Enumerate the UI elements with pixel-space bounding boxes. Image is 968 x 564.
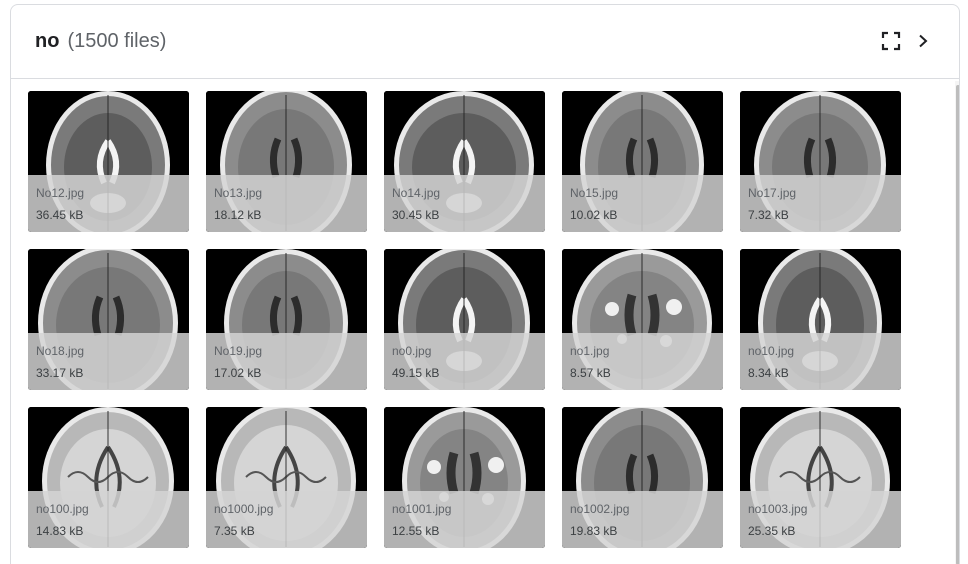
file-name: No19.jpg (214, 344, 263, 358)
file-tile[interactable]: No14.jpg 30.45 kB (384, 91, 545, 232)
scrollbar-thumb[interactable] (956, 85, 959, 564)
file-name: no1.jpg (570, 344, 610, 358)
file-info: No12.jpg 36.45 kB (28, 175, 189, 232)
file-info: No13.jpg 18.12 kB (206, 175, 367, 232)
file-info: no1002.jpg 19.83 kB (562, 491, 723, 548)
file-name: no1001.jpg (392, 502, 452, 516)
file-size: 10.02 kB (570, 208, 618, 222)
file-info: no1.jpg 8.57 kB (562, 333, 723, 390)
file-info: No14.jpg 30.45 kB (384, 175, 545, 232)
file-size: 8.57 kB (570, 366, 611, 380)
file-size: 36.45 kB (36, 208, 84, 222)
file-name: no1002.jpg (570, 502, 630, 516)
file-name: no100.jpg (36, 502, 89, 516)
file-size: 8.34 kB (748, 366, 789, 380)
file-info: No15.jpg 10.02 kB (562, 175, 723, 232)
file-tile[interactable]: no1001.jpg 12.55 kB (384, 407, 545, 548)
file-name: No15.jpg (570, 186, 619, 200)
scrollbar[interactable] (955, 81, 959, 564)
file-tile[interactable]: No18.jpg 33.17 kB (28, 249, 189, 390)
file-name: no0.jpg (392, 344, 432, 358)
file-name: No18.jpg (36, 344, 85, 358)
file-size: 14.83 kB (36, 524, 84, 538)
fullscreen-button[interactable] (877, 27, 905, 55)
file-count: (1500 files) (67, 30, 167, 52)
next-button[interactable] (909, 27, 937, 55)
file-tile[interactable]: No19.jpg 17.02 kB (206, 249, 367, 390)
file-info: No18.jpg 33.17 kB (28, 333, 189, 390)
file-name: No12.jpg (36, 186, 85, 200)
file-info: no1000.jpg 7.35 kB (206, 491, 367, 548)
folder-name: no (35, 30, 60, 52)
file-info: no10.jpg 8.34 kB (740, 333, 901, 390)
file-size: 7.32 kB (748, 208, 789, 222)
file-size: 12.55 kB (392, 524, 440, 538)
file-tile[interactable]: no1000.jpg 7.35 kB (206, 407, 367, 548)
file-size: 30.45 kB (392, 208, 440, 222)
chevron-right-icon (919, 34, 928, 48)
file-tile[interactable]: no1.jpg 8.57 kB (562, 249, 723, 390)
file-size: 18.12 kB (214, 208, 262, 222)
file-name: no1003.jpg (748, 502, 808, 516)
file-tile[interactable]: no1003.jpg 25.35 kB (740, 407, 901, 548)
file-tile[interactable]: no10.jpg 8.34 kB (740, 249, 901, 390)
file-tile[interactable]: no0.jpg 49.15 kB (384, 249, 545, 390)
file-size: 17.02 kB (214, 366, 262, 380)
file-size: 25.35 kB (748, 524, 796, 538)
file-info: no1001.jpg 12.55 kB (384, 491, 545, 548)
file-name: No17.jpg (748, 186, 797, 200)
file-tile[interactable]: No15.jpg 10.02 kB (562, 91, 723, 232)
fullscreen-icon (881, 31, 901, 51)
file-name: no1000.jpg (214, 502, 274, 516)
file-size: 19.83 kB (570, 524, 618, 538)
file-tile[interactable]: no100.jpg 14.83 kB (28, 407, 189, 548)
file-info: no1003.jpg 25.35 kB (740, 491, 901, 548)
file-name: No14.jpg (392, 186, 441, 200)
file-tile[interactable]: No17.jpg 7.32 kB (740, 91, 901, 232)
file-info: No17.jpg 7.32 kB (740, 175, 901, 232)
file-info: no100.jpg 14.83 kB (28, 491, 189, 548)
file-size: 33.17 kB (36, 366, 84, 380)
file-info: No19.jpg 17.02 kB (206, 333, 367, 390)
file-size: 7.35 kB (214, 524, 255, 538)
file-info: no0.jpg 49.15 kB (384, 333, 545, 390)
file-tile[interactable]: No13.jpg 18.12 kB (206, 91, 367, 232)
file-tile[interactable]: No12.jpg 36.45 kB (28, 91, 189, 232)
file-name: No13.jpg (214, 186, 263, 200)
file-tile[interactable]: no1002.jpg 19.83 kB (562, 407, 723, 548)
file-size: 49.15 kB (392, 366, 440, 380)
panel-header: no (1500 files) (11, 5, 959, 79)
file-name: no10.jpg (748, 344, 795, 358)
